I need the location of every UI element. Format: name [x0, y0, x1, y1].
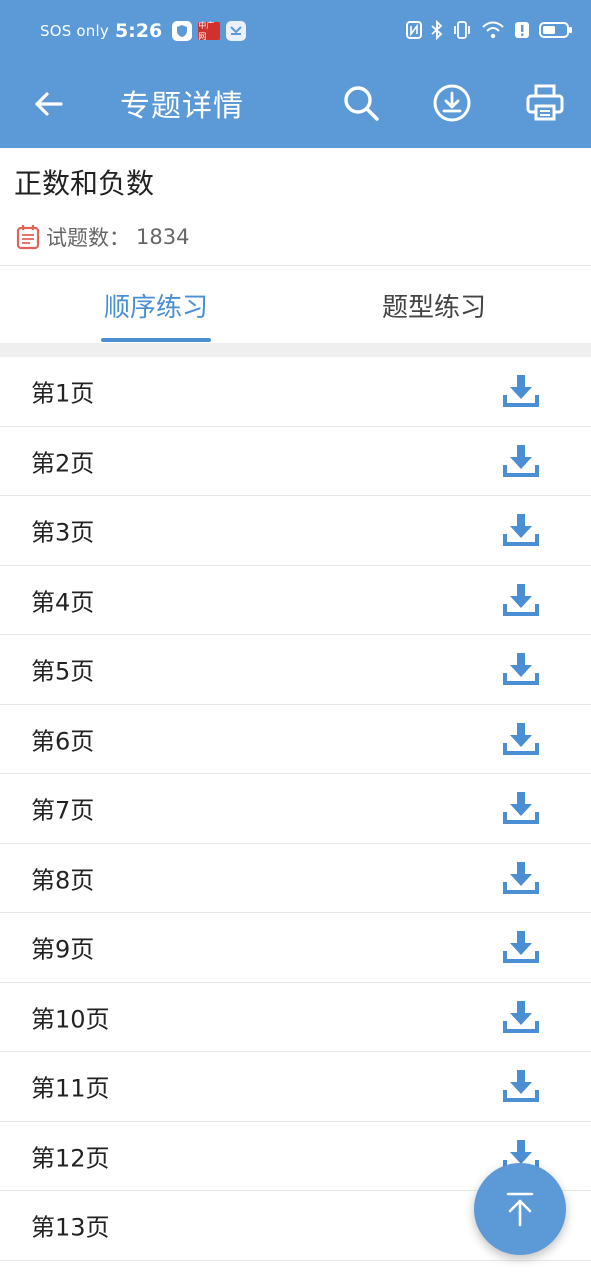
download-icon: [503, 792, 539, 825]
list-item[interactable]: 第7页: [0, 774, 591, 844]
topic-title: 正数和负数: [14, 167, 155, 200]
download-page-button[interactable]: [500, 996, 542, 1038]
question-count-label: 试题数：: [46, 226, 130, 250]
page-title: 专题详情: [120, 89, 244, 124]
download-icon: [503, 444, 539, 477]
page-label: 第10页: [31, 1005, 110, 1034]
page-label: 第9页: [31, 935, 95, 964]
page-label: 第7页: [31, 796, 95, 825]
list-item[interactable]: 第4页: [0, 565, 591, 635]
app-header: SOS only 5:26 中广网 专题详情: [0, 0, 591, 148]
tab-sequential-practice[interactable]: 顺序练习: [56, 267, 256, 343]
alert-icon: [514, 21, 530, 43]
page-label: 第4页: [31, 588, 95, 617]
list-item[interactable]: 第8页: [0, 843, 591, 913]
download-icon: [503, 375, 539, 408]
page-list: 第1页 第2页 第3页 第4页 第5页 第6页 第7页 第8页 第9页 第10页…: [0, 357, 591, 1261]
download-icon: [503, 1070, 539, 1103]
download-icon: [503, 653, 539, 686]
download-circle-icon: [433, 84, 471, 122]
download-page-button[interactable]: [500, 440, 542, 482]
download-page-button[interactable]: [500, 718, 542, 760]
page-label: 第11页: [31, 1074, 110, 1103]
download-icon: [503, 514, 539, 547]
vibrate-icon: [452, 20, 472, 44]
list-item[interactable]: 第1页: [0, 357, 591, 427]
active-tab-indicator: [101, 338, 211, 342]
shield-icon: [172, 21, 193, 41]
page-label: 第1页: [31, 379, 95, 408]
calendar-icon: [16, 225, 40, 250]
download-icon: [503, 1000, 539, 1033]
question-count-value: 1834: [136, 225, 190, 249]
download-page-button[interactable]: [500, 370, 542, 412]
list-item[interactable]: 第11页: [0, 1052, 591, 1122]
arrow-up-to-top-icon: [506, 1192, 534, 1227]
search-button[interactable]: [338, 80, 384, 126]
download-page-button[interactable]: [500, 926, 542, 968]
page-label: 第12页: [31, 1144, 110, 1173]
bluetooth-icon: [431, 19, 443, 44]
status-left: SOS only 5:26 中广网: [40, 20, 247, 42]
download-icon: [503, 722, 539, 755]
download-page-button[interactable]: [500, 1065, 542, 1107]
nfc-icon: [406, 21, 422, 43]
list-item[interactable]: 第9页: [0, 913, 591, 983]
download-icon: [503, 931, 539, 964]
wifi-icon: [481, 20, 505, 44]
question-count: 试题数： 1834: [16, 222, 189, 252]
back-button[interactable]: [26, 82, 70, 126]
battery-icon: [539, 21, 573, 43]
list-item[interactable]: 第2页: [0, 426, 591, 496]
list-item[interactable]: 第10页: [0, 982, 591, 1052]
download-all-button[interactable]: [429, 80, 475, 126]
download-page-button[interactable]: [500, 648, 542, 690]
download-icon: [503, 861, 539, 894]
page-label: 第3页: [31, 518, 95, 547]
printer-icon: [526, 84, 564, 121]
status-bar: SOS only 5:26 中广网: [0, 0, 591, 66]
page-label: 第6页: [31, 727, 95, 756]
scroll-to-top-button[interactable]: [474, 1163, 566, 1255]
list-item[interactable]: 第5页: [0, 635, 591, 705]
download-page-button[interactable]: [500, 509, 542, 551]
list-item[interactable]: 第6页: [0, 704, 591, 774]
status-right: [406, 19, 573, 44]
tab-bar: 顺序练习 题型练习: [0, 267, 591, 343]
topic-header: 正数和负数 试题数： 1834: [0, 148, 591, 266]
app-notification-icon: [226, 21, 247, 41]
news-app-icon: 中广网: [198, 21, 221, 41]
section-divider: [0, 343, 591, 357]
tab-question-type-practice[interactable]: 题型练习: [334, 267, 534, 343]
page-label: 第8页: [31, 866, 95, 895]
download-icon: [503, 583, 539, 616]
clock: 5:26: [114, 20, 163, 42]
nav-bar: 专题详情: [0, 66, 591, 148]
download-page-button[interactable]: [500, 857, 542, 899]
download-page-button[interactable]: [500, 787, 542, 829]
page-label: 第2页: [31, 449, 95, 478]
page-label: 第13页: [31, 1213, 110, 1242]
list-item[interactable]: 第3页: [0, 496, 591, 566]
print-button[interactable]: [522, 80, 568, 126]
page-label: 第5页: [31, 657, 95, 686]
search-icon: [344, 86, 379, 121]
sos-label: SOS only: [40, 22, 109, 40]
back-arrow-icon: [35, 92, 63, 116]
download-page-button[interactable]: [500, 579, 542, 621]
